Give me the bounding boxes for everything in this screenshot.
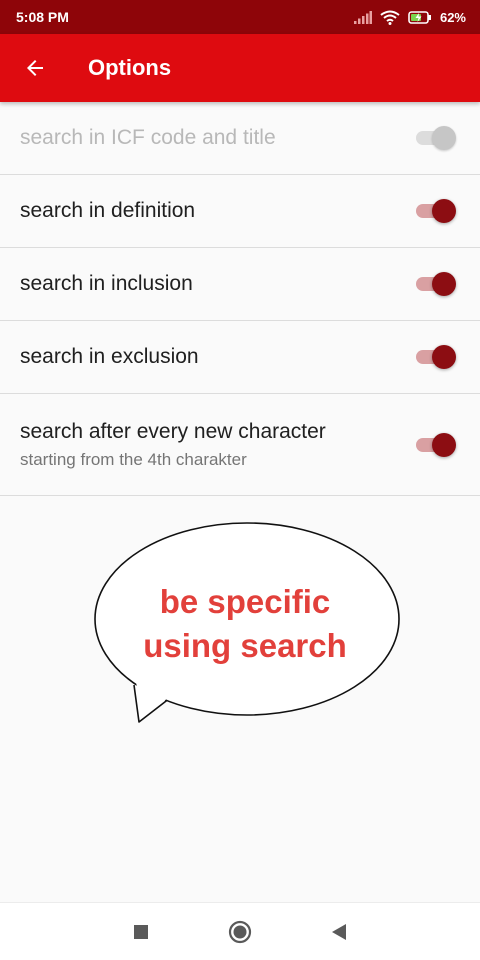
setting-title: search in inclusion (20, 272, 193, 295)
status-icons: 62% (353, 9, 466, 25)
navigation-bar (0, 902, 480, 960)
nav-back-button[interactable] (326, 919, 352, 945)
back-button[interactable] (0, 34, 70, 102)
signal-icon (353, 10, 372, 24)
setting-title: search after every new character (20, 419, 326, 443)
bubble-message: be specific using search (90, 580, 400, 668)
toggle-switch[interactable] (414, 431, 458, 459)
setting-title: search in definition (20, 199, 196, 222)
setting-title: search in ICF code and title (20, 126, 276, 149)
app-bar: Options (0, 34, 480, 102)
speech-bubble: be specific using search (90, 520, 410, 730)
setting-search-exclusion[interactable]: search in exclusion (0, 321, 480, 394)
triangle-back-icon (332, 924, 346, 940)
status-bar: 5:08 PM 62% (0, 0, 480, 34)
bubble-line-1: be specific (159, 583, 331, 620)
arrow-left-icon (27, 60, 43, 76)
page-title: Options (88, 55, 172, 80)
battery-percent: 62% (439, 9, 466, 25)
setting-search-definition[interactable]: search in definition (0, 175, 480, 248)
status-time: 5:08 PM (16, 9, 69, 25)
toggle-switch[interactable] (414, 197, 458, 225)
setting-search-inclusion[interactable]: search in inclusion (0, 248, 480, 321)
setting-search-icf-code-title: search in ICF code and title (0, 102, 480, 175)
bubble-line-2: using search (143, 627, 347, 664)
recent-apps-button[interactable] (128, 919, 154, 945)
setting-subtitle: starting from the 4th charakter (20, 449, 247, 469)
square-icon (134, 925, 148, 939)
settings-list: search in ICF code and title search in d… (0, 102, 480, 496)
toggle-switch[interactable] (414, 270, 458, 298)
home-button[interactable] (227, 919, 253, 945)
battery-charging-icon (408, 10, 431, 24)
setting-search-every-character[interactable]: search after every new character startin… (0, 394, 480, 496)
toggle-switch[interactable] (414, 343, 458, 371)
setting-title: search in exclusion (20, 345, 199, 368)
circle-icon (228, 920, 252, 944)
wifi-icon (380, 10, 400, 25)
toggle-switch (414, 124, 458, 152)
